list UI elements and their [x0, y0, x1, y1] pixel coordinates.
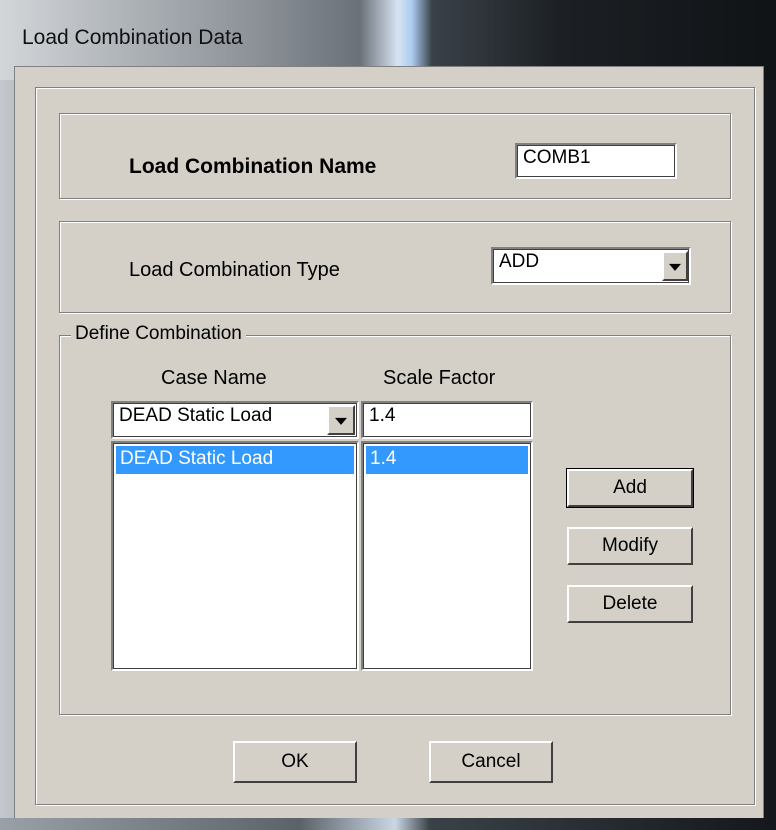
list-item[interactable]: 1.4 — [366, 446, 528, 474]
case-name-list[interactable]: DEAD Static Load — [111, 441, 359, 671]
cancel-button[interactable]: Cancel — [429, 741, 553, 783]
list-item[interactable]: DEAD Static Load — [116, 446, 354, 474]
delete-button[interactable]: Delete — [567, 585, 693, 623]
define-combination-legend: Define Combination — [71, 323, 246, 345]
combination-type-dropdown-button[interactable] — [662, 251, 688, 281]
case-name-select-value: DEAD Static Load — [119, 405, 273, 426]
case-name-header: Case Name — [161, 367, 267, 389]
scale-factor-cell: 1.4 — [370, 448, 397, 469]
dialog-body: Load Combination Name COMB1 Load Combina… — [14, 66, 764, 820]
ok-button[interactable]: OK — [233, 741, 357, 783]
combination-type-select[interactable]: ADD — [491, 247, 691, 285]
modify-button[interactable]: Modify — [567, 527, 693, 565]
chevron-down-icon — [669, 263, 681, 271]
combination-name-value: COMB1 — [523, 147, 591, 168]
scale-factor-header: Scale Factor — [383, 367, 496, 389]
case-name-select[interactable]: DEAD Static Load — [111, 401, 359, 439]
add-button[interactable]: Add — [566, 468, 694, 508]
scale-factor-input-value: 1.4 — [369, 405, 396, 426]
scale-factor-list[interactable]: 1.4 — [361, 441, 533, 671]
scale-factor-input[interactable]: 1.4 — [361, 401, 533, 439]
case-name-dropdown-button[interactable] — [327, 405, 355, 435]
combination-type-label: Load Combination Type — [129, 259, 340, 281]
window-bottom-edge — [0, 818, 776, 830]
chevron-down-icon — [335, 417, 347, 425]
combination-type-value: ADD — [499, 251, 540, 272]
case-name-cell: DEAD Static Load — [120, 448, 274, 469]
window-title: Load Combination Data — [22, 26, 243, 49]
combination-name-input[interactable]: COMB1 — [515, 143, 677, 179]
combination-name-label: Load Combination Name — [129, 155, 377, 178]
